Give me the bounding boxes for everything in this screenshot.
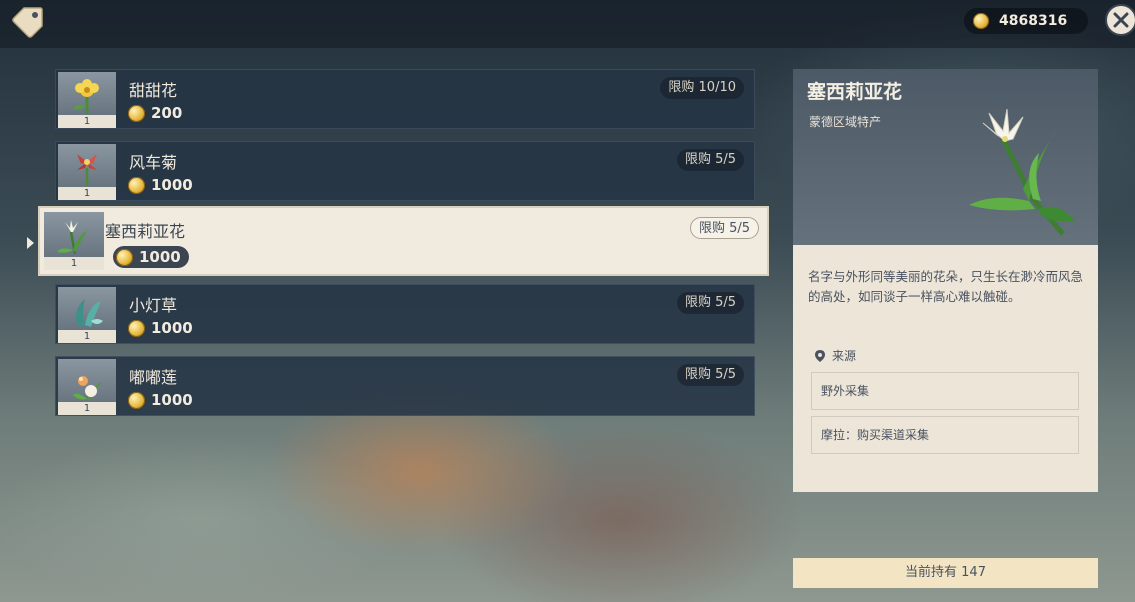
close-button[interactable] — [1105, 4, 1135, 36]
item-thumbnail: 1 — [58, 72, 116, 128]
detail-subtitle: 蒙德区域特产 — [809, 115, 882, 129]
item-price-value: 1000 — [151, 319, 193, 337]
item-count: 1 — [58, 187, 116, 200]
mora-coin-icon — [116, 248, 133, 266]
item-price-value: 1000 — [151, 176, 193, 194]
sweet-flower-icon — [73, 79, 99, 114]
item-name: 塞西莉亚花 — [105, 222, 186, 241]
item-count: 1 — [58, 330, 116, 343]
shop-item-list: 1 甜甜花 200 限购 10/10 1 风车菊 1000 限购 5/5 1 塞… — [0, 0, 780, 602]
currency-amount: 4868316 — [999, 13, 1068, 29]
purchase-limit-badge: 限购 10/10 — [660, 77, 744, 99]
source-header: 来源 — [815, 347, 856, 364]
item-price: 200 — [128, 104, 182, 122]
shop-item[interactable]: 1 嘟嘟莲 1000 限购 5/5 — [55, 356, 755, 416]
item-name: 甜甜花 — [129, 81, 178, 100]
detail-title: 塞西莉亚花 — [807, 81, 903, 103]
purchase-limit-badge: 限购 5/5 — [676, 292, 744, 314]
mora-coin-icon — [128, 104, 145, 122]
detail-header: 塞西莉亚花 蒙德区域特产 — [793, 69, 1098, 245]
item-price-value: 1000 — [151, 391, 193, 409]
mora-coin-icon — [973, 13, 989, 29]
mora-coin-icon — [128, 319, 145, 337]
item-description: 名字与外形同等美丽的花朵，只生长在渺冷而风急的高处，如同谈子一样高心难以触碰。 — [808, 269, 1084, 304]
item-price: 1000 — [128, 319, 193, 337]
close-icon — [1113, 12, 1129, 28]
windwheel-aster-icon — [77, 154, 97, 186]
item-thumbnail: 1 — [58, 359, 116, 415]
item-name: 小灯草 — [129, 296, 178, 315]
source-label: 来源 — [832, 349, 857, 363]
small-lamp-grass-icon — [76, 299, 103, 327]
detail-body: 名字与外形同等美丽的花朵，只生长在渺冷而风急的高处，如同谈子一样高心难以触碰。 … — [793, 245, 1098, 492]
mora-coin-icon — [128, 391, 145, 409]
cecilia-icon — [963, 108, 1083, 243]
selection-arrow-icon — [27, 237, 34, 249]
item-price: 1000 — [128, 391, 193, 409]
item-name: 风车菊 — [129, 153, 178, 172]
mora-coin-icon — [128, 176, 145, 194]
source-entry: 野外采集 — [811, 372, 1079, 410]
item-price: 1000 — [113, 246, 189, 268]
item-count: 1 — [58, 402, 116, 415]
item-count: 1 — [58, 115, 116, 128]
shop-item[interactable]: 1 风车菊 1000 限购 5/5 — [55, 141, 755, 201]
source-entry: 摩拉：购买渠道采集 — [811, 416, 1079, 454]
item-name: 嘟嘟莲 — [129, 368, 178, 387]
purchase-limit-badge: 限购 5/5 — [676, 364, 744, 386]
purchase-limit-badge: 限购 5/5 — [676, 149, 744, 171]
calla-lily-icon — [73, 376, 103, 401]
item-price: 1000 — [128, 176, 193, 194]
item-thumbnail: 1 — [58, 287, 116, 343]
shop-item-selected[interactable]: 1 塞西莉亚花 1000 限购 5/5 — [38, 206, 769, 276]
item-thumbnail: 1 — [44, 212, 104, 270]
currency-display: 4868316 — [964, 8, 1088, 34]
item-price-value: 1000 — [139, 248, 181, 266]
item-price-value: 200 — [151, 104, 183, 122]
location-pin-icon — [815, 349, 825, 362]
item-count: 1 — [44, 257, 104, 270]
current-holding: 当前持有 147 — [793, 558, 1098, 588]
item-detail-panel: 塞西莉亚花 蒙德区域特产 名字与外形同等美丽的花朵，只生长在渺冷而风急的高处，如… — [793, 69, 1098, 492]
shop-item[interactable]: 1 小灯草 1000 限购 5/5 — [55, 284, 755, 344]
item-thumbnail: 1 — [58, 144, 116, 200]
shop-item[interactable]: 1 甜甜花 200 限购 10/10 — [55, 69, 755, 129]
purchase-limit-badge: 限购 5/5 — [689, 217, 759, 239]
cecilia-icon — [57, 220, 87, 255]
